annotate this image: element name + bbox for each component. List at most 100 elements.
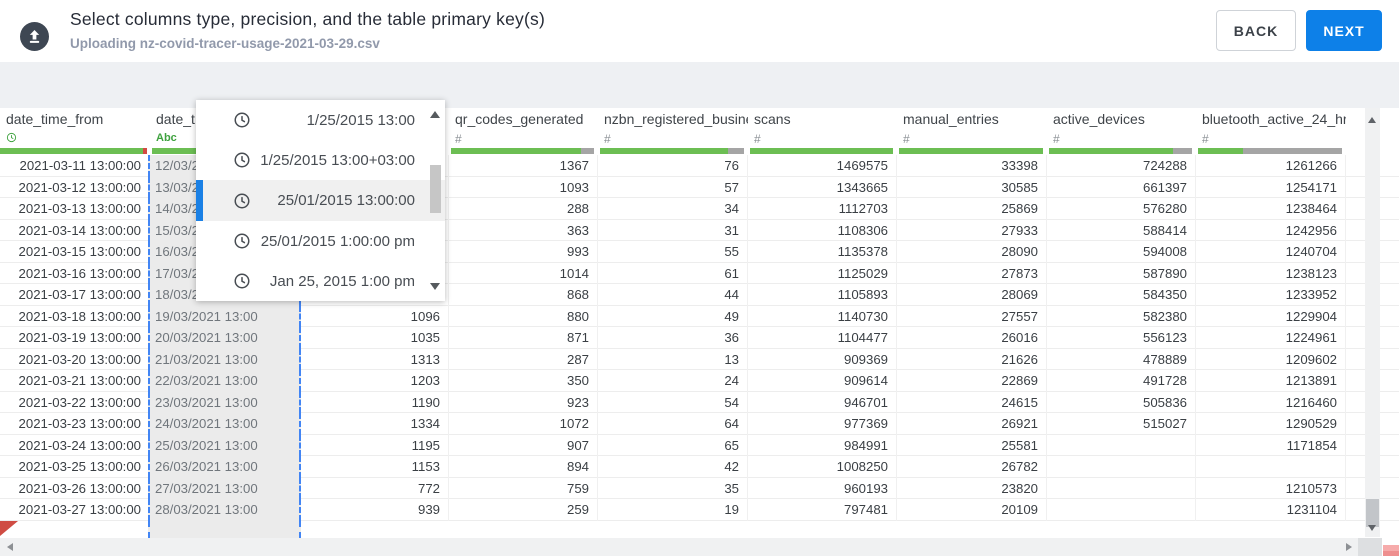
cell: 35 (598, 477, 748, 499)
page-title: Select columns type, precision, and the … (70, 9, 545, 29)
format-option-label: 25/01/2015 1:00:00 pm (260, 232, 415, 250)
column-header-active_devices[interactable]: active_devices # (1047, 108, 1196, 155)
column-validity-bar (451, 148, 594, 154)
cell: 1231104 (1196, 499, 1346, 521)
cell: 2021-03-26 13:00:00 (0, 477, 150, 499)
cell: 65 (598, 434, 748, 456)
cell (1047, 456, 1196, 478)
selected-column-highlight (148, 520, 301, 538)
datetime-format-option[interactable]: 1/25/2015 13:00 (196, 100, 445, 140)
column-header-scans[interactable]: scans # (748, 108, 897, 155)
scroll-up-icon[interactable] (1368, 117, 1376, 123)
cell: 1112703 (748, 198, 897, 220)
dropdown-scrollbar[interactable] (429, 103, 442, 298)
datetime-type-icon (6, 132, 17, 143)
column-header-qr_codes_generated[interactable]: qr_codes_generated # (449, 108, 598, 155)
upload-wizard-window: Select columns type, precision, and the … (0, 0, 1399, 560)
cell: 19/03/2021 13:00 (148, 305, 301, 327)
column-header-manual_entries[interactable]: manual_entries # (897, 108, 1047, 155)
cell: 1195 (299, 434, 449, 456)
cell: 584350 (1047, 284, 1196, 306)
cell: 759 (449, 477, 598, 499)
column-name: date_t (156, 111, 195, 127)
cell: 582380 (1047, 305, 1196, 327)
cell: 27557 (897, 305, 1047, 327)
cell: 23820 (897, 477, 1047, 499)
cell: 19 (598, 499, 748, 521)
cell: 1035 (299, 327, 449, 349)
clock-icon (234, 152, 250, 168)
table-row: 2021-03-20 13:00:00 21/03/2021 13:00 1313 2… (0, 348, 1399, 370)
cell: 1242956 (1196, 219, 1346, 241)
cell: 26016 (897, 327, 1047, 349)
cell: 20109 (897, 499, 1047, 521)
cell: 2021-03-19 13:00:00 (0, 327, 150, 349)
clock-icon (234, 193, 250, 208)
cell: 1240704 (1196, 241, 1346, 263)
column-header-bluetooth_active_24_hr_[interactable]: bluetooth_active_24_hr_ # (1196, 108, 1346, 155)
clock-icon (234, 233, 250, 249)
datetime-format-option[interactable]: 25/01/2015 1:00:00 pm (196, 221, 445, 261)
cell: 2021-03-17 13:00:00 (0, 284, 150, 306)
cell: 1254171 (1196, 176, 1346, 198)
cell: 1343665 (748, 176, 897, 198)
cell: 724288 (1047, 155, 1196, 177)
scroll-left-icon[interactable] (7, 542, 13, 551)
cell: 2021-03-22 13:00:00 (0, 391, 150, 413)
column-header-date_time_from[interactable]: date_time_from (0, 108, 150, 155)
cell: 946701 (748, 391, 897, 413)
cell: 880 (449, 305, 598, 327)
cell: 491728 (1047, 370, 1196, 392)
dropdown-scrollbar-thumb[interactable] (430, 165, 441, 213)
next-button[interactable]: NEXT (1306, 10, 1382, 51)
cell: 1153 (299, 456, 449, 478)
table-row: 2021-03-22 13:00:00 23/03/2021 13:00 1190 9… (0, 391, 1399, 413)
table-row: 2021-03-26 13:00:00 27/03/2021 13:00 772 75… (0, 477, 1399, 499)
scroll-up-icon[interactable] (430, 111, 440, 118)
datetime-format-dropdown: 1/25/2015 13:00 1/25/2015 13:00+03:00 25/0… (196, 100, 445, 301)
cell: 939 (299, 499, 449, 521)
datetime-format-option[interactable]: 25/01/2015 13:00:00 (196, 180, 445, 221)
cell: 13 (598, 348, 748, 370)
cell: 1096 (299, 305, 449, 327)
vertical-scrollbar-thumb[interactable] (1366, 499, 1379, 527)
cell: 27933 (897, 219, 1047, 241)
cell: 1290529 (1196, 413, 1346, 435)
cell: 1469575 (748, 155, 897, 177)
back-button[interactable]: BACK (1216, 10, 1296, 51)
cell: 61 (598, 262, 748, 284)
cell: 28090 (897, 241, 1047, 263)
cell: 26921 (897, 413, 1047, 435)
upload-icon (20, 22, 49, 51)
cell: 556123 (1047, 327, 1196, 349)
cell (1047, 434, 1196, 456)
cell: 25/03/2021 13:00 (148, 434, 301, 456)
cell (1196, 456, 1346, 478)
number-type-label: # (1202, 132, 1209, 146)
cell: 772 (299, 477, 449, 499)
cell: 515027 (1047, 413, 1196, 435)
cell: 28/03/2021 13:00 (148, 499, 301, 521)
column-validity-bar (600, 148, 744, 154)
cell: 57 (598, 176, 748, 198)
error-corner-marker (0, 521, 18, 536)
scroll-down-icon[interactable] (1368, 525, 1376, 531)
cell: 594008 (1047, 241, 1196, 263)
datetime-format-option[interactable]: Jan 25, 2015 1:00 pm (196, 261, 445, 301)
cell: 2021-03-11 13:00:00 (0, 155, 150, 177)
cell: 42 (598, 456, 748, 478)
horizontal-scrollbar[interactable] (0, 538, 1358, 556)
cell: 2021-03-15 13:00:00 (0, 241, 150, 263)
cell: 1105893 (748, 284, 897, 306)
upload-filename: Uploading nz-covid-tracer-usage-2021-03-… (70, 36, 380, 51)
scroll-right-icon[interactable] (1346, 542, 1352, 551)
cell (1047, 499, 1196, 521)
cell: 287 (449, 348, 598, 370)
scroll-down-icon[interactable] (430, 283, 440, 290)
datetime-format-option[interactable]: 1/25/2015 13:00+03:00 (196, 140, 445, 180)
cell: 1190 (299, 391, 449, 413)
column-header-nzbn_registered_busine[interactable]: nzbn_registered_busine # (598, 108, 748, 155)
cell: 1203 (299, 370, 449, 392)
vertical-scrollbar[interactable] (1365, 108, 1380, 537)
cell: 2021-03-16 13:00:00 (0, 262, 150, 284)
